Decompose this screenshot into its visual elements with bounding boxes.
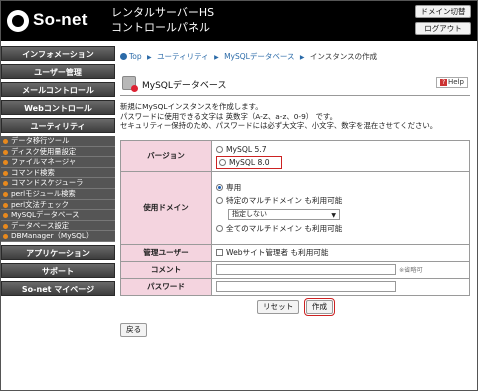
domain-options: 専用 特定のマルチドメイン も利用可能 指定しない ▼ 全てのマルチドメイン も… [211,170,470,245]
sidebar-item-sonet-my-page[interactable]: So-net マイページ [1,280,115,296]
chevron-right-icon: ▶ [299,54,305,61]
domain-option-dedicated-label: 専用 [226,182,242,192]
page-title: MySQLデータベース [142,81,227,91]
description-line: セキュリティー保持のため、パスワードには必ず大文字、小文字、数字を混在させてくだ… [120,121,438,131]
radio-checked-icon[interactable] [216,183,223,191]
domain-option-all[interactable]: 全てのマルチドメイン も利用可能 [216,222,465,235]
sidebar: インフォメーション ユーザー管理 メールコントロール Webコントロール ユーテ… [1,46,115,299]
breadcrumb-top[interactable]: Top [129,52,142,61]
logo-text: So-net [33,10,88,29]
domain-option-all-label: 全てのマルチドメイン も利用可能 [226,223,343,233]
version-options: MySQL 5.7 MySQL 8.0 [211,139,470,172]
version-option-80-label: MySQL 8.0 [229,157,270,167]
chevron-right-icon: ▶ [214,54,219,61]
help-icon: ? [440,79,448,86]
comment-label: コメント [120,260,212,279]
sidebar-item-web-control[interactable]: Webコントロール [1,100,115,115]
app-title-line1: レンタルサーバーHS [111,6,215,19]
sidebar-item-mail-control[interactable]: メールコントロール [1,82,115,97]
app-title: レンタルサーバーHS コントロールパネル [111,5,214,35]
submenu-item-perl-module-search[interactable]: perlモジュール検索 [1,188,115,200]
back-area: 戻る [120,322,470,337]
domain-label: 使用ドメイン [120,170,212,245]
chevron-down-icon: ▼ [331,211,336,219]
form-actions: リセット 作成 [120,297,470,318]
database-icon [122,76,138,92]
domain-select-value: 指定しない [232,209,267,218]
version-label: バージョン [120,139,212,172]
password-cell [211,277,470,296]
header-bar: So-net レンタルサーバーHS コントロールパネル ドメイン切替 ログアウト [1,1,477,41]
version-row: バージョン MySQL 5.7 MySQL 8.0 [120,139,470,172]
submenu-item-command-search[interactable]: コマンド検索 [1,167,115,179]
sidebar-item-application[interactable]: アプリケーション [1,244,115,260]
domain-option-dedicated[interactable]: 専用 [216,181,465,194]
submenu-item-disk-usage[interactable]: ディスク使用量設定 [1,146,115,158]
main-content: Top ▶ ユーティリティ ▶ MySQLデータベース ▶ インスタンスの作成 … [120,51,470,337]
admin-label: 管理ユーザー [120,243,212,262]
sidebar-item-support[interactable]: サポート [1,262,115,278]
web-admin-checkbox[interactable] [216,249,223,257]
radio-icon[interactable] [216,145,223,153]
submenu-item-perl-syntax-check[interactable]: perl文法チェック [1,199,115,211]
sidebar-item-utility[interactable]: ユーティリティ [1,118,115,133]
submenu-item-database-settings[interactable]: データベース設定 [1,220,115,232]
domain-option-specific-label: 特定のマルチドメイン も利用可能 [226,195,343,205]
help-label: Help [448,78,464,86]
radio-icon[interactable] [216,224,223,232]
domain-switch-button[interactable]: ドメイン切替 [415,5,471,18]
password-row: パスワード [120,277,470,296]
description-line: 新規にMySQLインスタンスを作成します。 [120,102,263,111]
logo-mark-icon [7,10,29,32]
create-button[interactable]: 作成 [303,297,336,316]
app-title-line2: コントロールパネル [111,21,210,34]
admin-options: Webサイト管理者 も利用可能 [211,243,470,262]
page-header: MySQLデータベース ? Help [120,74,470,96]
comment-row: コメント ※省略可 [120,260,470,279]
domain-row: 使用ドメイン 専用 特定のマルチドメイン も利用可能 指定しない ▼ 全てのマル… [120,170,470,245]
submenu-item-mysql-database[interactable]: MySQLデータベース [1,210,115,221]
submenu-item-command-scheduler[interactable]: コマンドスケジューラ [1,178,115,189]
password-label: パスワード [120,277,212,296]
comment-optional-note: ※省略可 [399,266,423,274]
domain-select[interactable]: 指定しない ▼ [228,208,340,220]
help-button[interactable]: ? Help [436,77,468,88]
version-option-57[interactable]: MySQL 5.7 [216,143,465,156]
back-button[interactable]: 戻る [120,322,148,337]
sidebar-item-information[interactable]: インフォメーション [1,46,115,61]
logout-button[interactable]: ログアウト [415,22,471,35]
version-option-80[interactable]: MySQL 8.0 [216,155,282,169]
radio-icon[interactable] [219,158,226,166]
breadcrumb-current: インスタンスの作成 [309,52,378,61]
comment-input[interactable] [216,264,396,276]
password-input[interactable] [216,281,396,293]
submenu-item-dbmanager[interactable]: DBManager（MySQL） [1,231,115,242]
chevron-right-icon: ▶ [147,54,152,61]
utility-submenu: データ移行ツール ディスク使用量設定 ファイルマネージャ コマンド検索 コマンド… [1,136,115,242]
domain-option-specific[interactable]: 特定のマルチドメイン も利用可能 [216,194,465,207]
radio-icon[interactable] [216,196,223,204]
page-description: 新規にMySQLインスタンスを作成します。 パスワードに使用できる文字は 英数字… [120,102,470,131]
web-admin-checkbox-label: Webサイト管理者 も利用可能 [226,248,329,258]
admin-row: 管理ユーザー Webサイト管理者 も利用可能 [120,243,470,262]
sonet-logo: So-net [7,9,97,33]
description-line: パスワードに使用できる文字は 英数字（A-Z、a-z、0-9） です。 [120,111,337,121]
control-panel-window: So-net レンタルサーバーHS コントロールパネル ドメイン切替 ログアウト… [0,0,478,391]
breadcrumb-utility[interactable]: ユーティリティ [157,52,209,61]
instance-form: バージョン MySQL 5.7 MySQL 8.0 使用ドメイン 専用 特定のマ… [120,139,470,296]
breadcrumb: Top ▶ ユーティリティ ▶ MySQLデータベース ▶ インスタンスの作成 [120,51,470,63]
breadcrumb-mysql-database[interactable]: MySQLデータベース [224,52,294,61]
version-option-57-label: MySQL 5.7 [226,144,267,154]
sidebar-item-user-management[interactable]: ユーザー管理 [1,64,115,79]
submenu-item-file-manager[interactable]: ファイルマネージャ [1,157,115,168]
submenu-item-data-migration[interactable]: データ移行ツール [1,136,115,147]
reset-button[interactable]: リセット [256,299,300,314]
comment-cell: ※省略可 [211,260,470,279]
home-icon [120,53,127,60]
